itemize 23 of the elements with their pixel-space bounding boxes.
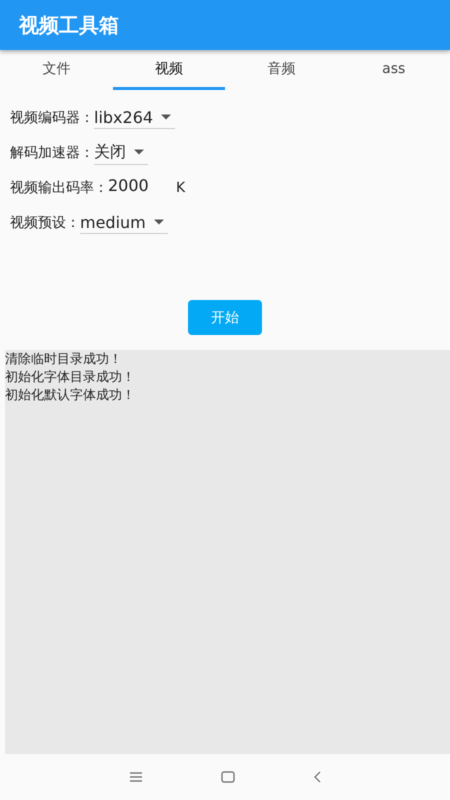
unit-label: K (176, 180, 186, 196)
caret-icon (134, 149, 144, 155)
dropdown[interactable]: libx264 (94, 108, 176, 128)
field-label: 视频输出码率： (10, 179, 108, 197)
log-line: 初始化字体目录成功！ (5, 369, 136, 387)
dropdown[interactable]: medium (80, 212, 168, 234)
menu-icon[interactable] (129, 771, 143, 783)
field-label: 视频编码器： (10, 109, 94, 127)
input-field[interactable]: 2000 (108, 176, 168, 194)
home-icon[interactable] (221, 771, 235, 783)
app-title: 视频工具箱 (19, 12, 119, 38)
log-line: 初始化默认字体成功！ (5, 387, 136, 405)
tab[interactable]: ass (338, 50, 450, 90)
caret-icon (161, 114, 172, 120)
tab[interactable]: 音频 (225, 50, 338, 90)
dropdown[interactable]: 关闭 (94, 142, 148, 164)
tab[interactable]: 文件 (0, 50, 112, 90)
back-icon[interactable] (313, 771, 321, 783)
tab[interactable]: 视频 (112, 50, 225, 90)
field-label: 解码加速器： (10, 144, 94, 162)
field-label: 视频预设： (10, 214, 80, 232)
caret-icon (154, 219, 164, 225)
log-line: 清除临时目录成功！ (5, 351, 123, 369)
